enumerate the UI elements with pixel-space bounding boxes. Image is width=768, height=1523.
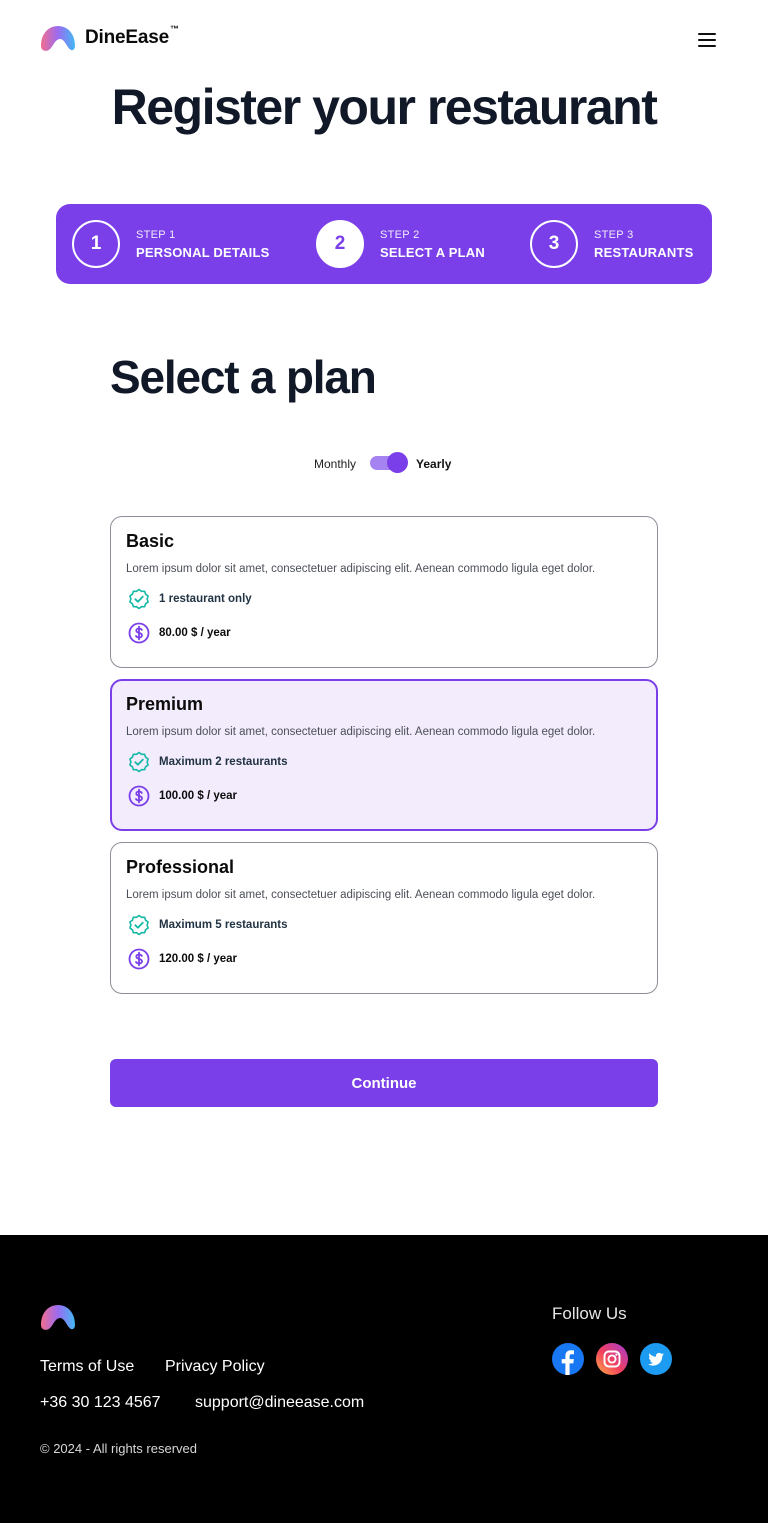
step-restaurants[interactable]: 3 STEP 3 RESTAURANTS [530,220,693,268]
step-number-circle: 3 [530,220,578,268]
plan-price-text: 100.00 $ / year [159,790,238,802]
step-select-plan[interactable]: 2 STEP 2 SELECT A PLAN [316,220,485,268]
plan-card-premium[interactable]: Premium Lorem ipsum dolor sit amet, cons… [110,679,658,831]
page-title: Register your restaurant [111,79,658,135]
facebook-icon[interactable] [552,1343,584,1375]
footer: Terms of Use Privacy Policy +36 30 123 4… [0,1235,768,1523]
brand-name-text: DineEase [85,27,169,48]
plan-feature: Maximum 2 restaurants [127,750,287,774]
verified-check-icon [129,914,149,936]
plan-feature-text: 1 restaurant only [159,593,252,605]
step-number-label: STEP 2 [380,228,420,241]
step-title: SELECT A PLAN [380,244,485,260]
toggle-knob [387,452,408,473]
follow-us-heading: Follow Us [552,1304,627,1323]
billing-period-switch: Monthly Yearly [0,450,768,476]
terms-of-use-link[interactable]: Terms of Use [40,1358,134,1376]
privacy-policy-link[interactable]: Privacy Policy [165,1358,265,1376]
verified-check-icon [129,751,149,773]
instagram-icon[interactable] [596,1343,628,1375]
plan-description: Lorem ipsum dolor sit amet, consectetuer… [126,726,596,738]
dollar-circle-icon [128,948,150,970]
plan-price-text: 80.00 $ / year [159,627,231,639]
plan-price-text: 120.00 $ / year [159,953,238,965]
dineease-logo-icon [41,26,75,51]
phone-link[interactable]: +36 30 123 4567 [40,1394,161,1412]
step-number-label: STEP 1 [136,228,176,241]
continue-button[interactable]: Continue [110,1059,658,1107]
plan-feature: 1 restaurant only [127,587,252,611]
plan-feature-text: Maximum 2 restaurants [159,756,288,768]
plan-price: 100.00 $ / year [127,784,237,808]
plan-feature-text: Maximum 5 restaurants [159,919,288,931]
registration-stepper: 1 STEP 1 PERSONAL DETAILS 2 STEP 2 SELEC… [56,204,712,284]
billing-yearly-label[interactable]: Yearly [416,457,451,471]
step-number-circle: 2 [316,220,364,268]
brand-name: DineEase™ [85,24,179,49]
step-title: RESTAURANTS [594,244,694,260]
plan-price: 80.00 $ / year [127,621,231,645]
billing-toggle[interactable] [370,452,408,473]
plan-card-basic[interactable]: Basic Lorem ipsum dolor sit amet, consec… [110,516,658,668]
trademark-symbol: ™ [169,24,179,34]
dineease-logo-icon[interactable] [40,1303,76,1331]
copyright-text: © 2024 - All rights reserved [40,1441,197,1456]
step-number-label: STEP 3 [594,228,634,241]
billing-monthly-label[interactable]: Monthly [314,457,356,471]
step-title: PERSONAL DETAILS [136,244,270,260]
plan-description: Lorem ipsum dolor sit amet, consectetuer… [126,889,596,901]
verified-check-icon [129,588,149,610]
dollar-circle-icon [128,622,150,644]
brand-logo[interactable]: DineEase™ [40,24,179,52]
email-link[interactable]: support@dineease.com [195,1394,364,1412]
twitter-icon[interactable] [640,1343,672,1375]
plan-name: Basic [126,531,175,551]
hamburger-menu-icon[interactable] [696,30,720,50]
top-navigation-bar: DineEase™ [0,0,768,80]
plan-card-professional[interactable]: Professional Lorem ipsum dolor sit amet,… [110,842,658,994]
step-personal-details[interactable]: 1 STEP 1 PERSONAL DETAILS [72,220,269,268]
step-number-circle: 1 [72,220,120,268]
plan-name: Professional [126,857,235,877]
dollar-circle-icon [128,785,150,807]
plan-description: Lorem ipsum dolor sit amet, consectetuer… [126,563,596,575]
plan-name: Premium [126,694,204,714]
plan-feature: Maximum 5 restaurants [127,913,287,937]
section-title: Select a plan [110,351,377,403]
plan-price: 120.00 $ / year [127,947,237,971]
